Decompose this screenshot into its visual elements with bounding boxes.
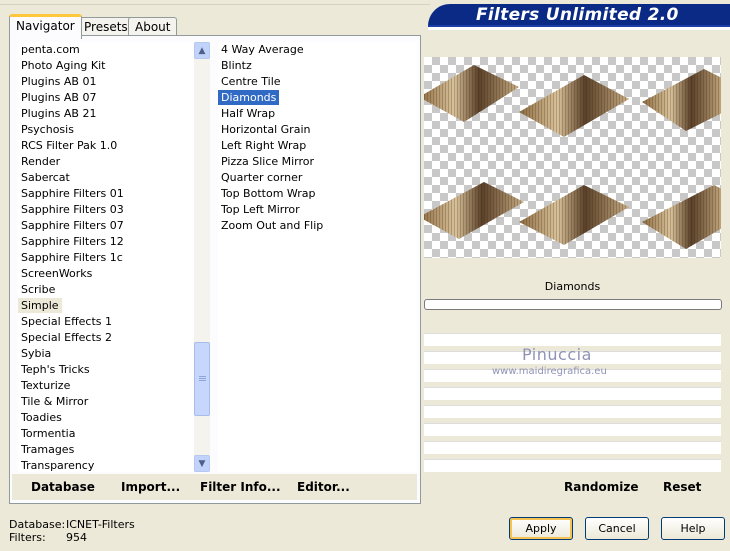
filter-list-item[interactable]: Zoom Out and Flip <box>218 218 326 233</box>
diamond-tile <box>424 182 524 239</box>
parameter-slot <box>424 441 721 454</box>
import-link[interactable]: Import... <box>121 480 180 494</box>
app-title: Filters Unlimited 2.0 <box>476 5 679 25</box>
help-button[interactable]: Help <box>661 517 725 540</box>
database-link[interactable]: Database <box>31 480 95 494</box>
category-list-item[interactable]: Sapphire Filters 1c <box>18 250 126 265</box>
editor-link[interactable]: Editor... <box>297 480 350 494</box>
category-list-item[interactable]: penta.com <box>18 42 83 57</box>
filters-status-label: Filters: <box>9 531 46 544</box>
scroll-thumb[interactable] <box>194 342 210 416</box>
parameter-slot <box>424 387 721 400</box>
parameter-slot <box>424 423 721 436</box>
category-list-item[interactable]: Plugins AB 21 <box>18 106 99 121</box>
filter-list-item[interactable]: Half Wrap <box>218 106 278 121</box>
category-list-item[interactable]: Plugins AB 07 <box>18 90 99 105</box>
filter-info-link[interactable]: Filter Info... <box>200 480 281 494</box>
category-list-item[interactable]: Toadies <box>18 410 65 425</box>
database-status-value: ICNET-Filters <box>66 518 135 531</box>
category-scrollbar[interactable]: ▲ ▼ <box>194 42 210 472</box>
diamond-tile <box>642 69 721 131</box>
category-list-item[interactable]: Sapphire Filters 01 <box>18 186 127 201</box>
category-list-item[interactable]: Sapphire Filters 12 <box>18 234 127 249</box>
progress-bar <box>424 299 722 310</box>
watermark-url: www.maidiregrafica.eu <box>492 366 607 377</box>
grip-line <box>199 380 206 381</box>
category-list-item[interactable]: Simple <box>18 298 62 313</box>
filter-list-item[interactable]: Quarter corner <box>218 170 305 185</box>
category-list-item[interactable]: Tormentia <box>18 426 78 441</box>
parameter-slot <box>424 459 721 472</box>
title-banner: Filters Unlimited 2.0 <box>428 4 730 30</box>
watermark-name: Pinuccia <box>522 345 592 364</box>
filter-list-item[interactable]: 4 Way Average <box>218 42 307 57</box>
diamond-tile <box>519 75 629 137</box>
category-list-item[interactable]: Plugins AB 01 <box>18 74 99 89</box>
category-list[interactable]: penta.com Photo Aging Kit Plugins AB 01 Plu… <box>18 42 194 472</box>
category-list-item[interactable]: Special Effects 2 <box>18 330 115 345</box>
filter-list-item[interactable]: Top Left Mirror <box>218 202 303 217</box>
category-list-item[interactable]: ScreenWorks <box>18 266 95 281</box>
category-list-item[interactable]: Sybia <box>18 346 54 361</box>
category-list-item[interactable]: Scribe <box>18 282 58 297</box>
scroll-up-button[interactable]: ▲ <box>194 42 210 59</box>
filters-status-value: 954 <box>66 531 87 544</box>
chevron-down-icon: ▼ <box>198 458 206 469</box>
apply-button[interactable]: Apply <box>509 517 573 540</box>
filter-preview <box>424 57 721 258</box>
category-list-item[interactable]: Texturize <box>18 378 73 393</box>
filter-list-item[interactable]: Blintz <box>218 58 255 73</box>
category-list-item[interactable]: Tile & Mirror <box>18 394 91 409</box>
category-list-item[interactable]: Special Effects 1 <box>18 314 115 329</box>
grip-line <box>199 376 206 377</box>
category-list-item[interactable]: Photo Aging Kit <box>18 58 108 73</box>
filter-list[interactable]: 4 Way Average Blintz Centre Tile Diamonds Ha… <box>218 42 417 472</box>
link-bar: Database Import... Filter Info... Editor… <box>12 474 417 500</box>
grip-line <box>199 378 206 379</box>
cancel-button[interactable]: Cancel <box>585 517 649 540</box>
reset-link[interactable]: Reset <box>663 480 701 494</box>
category-list-item[interactable]: Sapphire Filters 07 <box>18 218 127 233</box>
category-list-item[interactable]: Psychosis <box>18 122 77 137</box>
window-top-strip <box>0 0 430 5</box>
filter-list-item[interactable]: Centre Tile <box>218 74 284 89</box>
selected-filter-label: Diamonds <box>424 276 721 298</box>
parameter-area <box>424 312 721 472</box>
category-list-item[interactable]: RCS Filter Pak 1.0 <box>18 138 120 153</box>
filter-list-item[interactable]: Diamonds <box>218 90 280 105</box>
scroll-down-button[interactable]: ▼ <box>194 455 210 472</box>
database-status-label: Database: <box>9 518 66 531</box>
preview-image <box>424 65 721 249</box>
filter-list-item[interactable]: Left Right Wrap <box>218 138 309 153</box>
category-list-item[interactable]: Transparency <box>18 458 97 472</box>
diamond-tile <box>519 185 629 245</box>
diamond-tile <box>642 185 721 249</box>
chevron-up-icon: ▲ <box>198 45 206 56</box>
tab-presets[interactable]: Presets <box>77 17 135 36</box>
category-list-item[interactable]: Sabercat <box>18 170 73 185</box>
tab-navigator[interactable]: Navigator <box>9 14 82 39</box>
parameter-slot <box>424 405 721 418</box>
diamond-tile <box>424 65 519 122</box>
filter-list-item[interactable]: Top Bottom Wrap <box>218 186 319 201</box>
database-status: Database: ICNET-Filters <box>9 518 135 531</box>
filters-status: Filters: 954 <box>9 531 87 544</box>
randomize-link[interactable]: Randomize <box>564 480 638 494</box>
category-list-item[interactable]: Sapphire Filters 03 <box>18 202 127 217</box>
preview-action-bar: Randomize Reset <box>424 474 721 500</box>
filter-list-item[interactable]: Horizontal Grain <box>218 122 313 137</box>
tab-about[interactable]: About <box>128 17 178 36</box>
category-list-item[interactable]: Teph's Tricks <box>18 362 93 377</box>
filter-list-item[interactable]: Pizza Slice Mirror <box>218 154 317 169</box>
category-list-item[interactable]: Render <box>18 154 63 169</box>
category-list-item[interactable]: Tramages <box>18 442 77 457</box>
